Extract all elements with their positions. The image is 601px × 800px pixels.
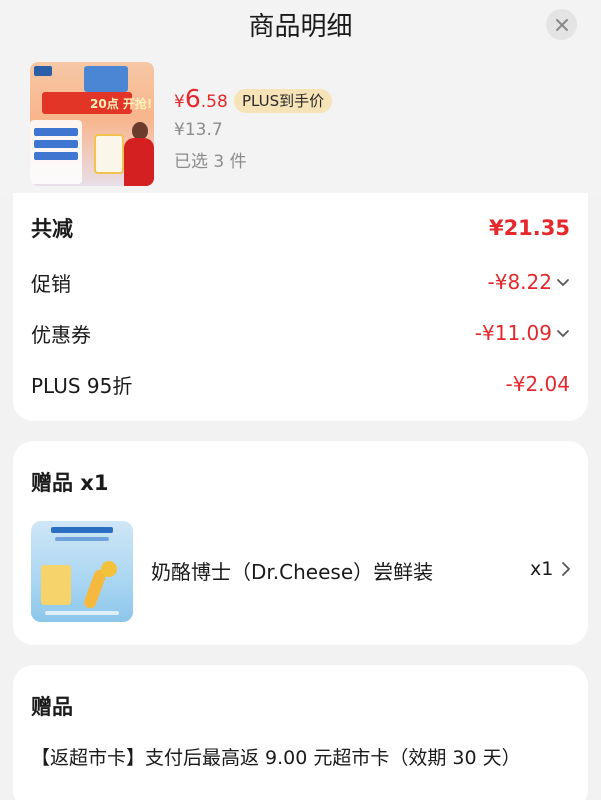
gift-item-quantity[interactable]: x1 bbox=[530, 558, 571, 580]
gift-section-title: 赠品 x1 bbox=[31, 471, 109, 495]
close-icon bbox=[555, 18, 568, 31]
chevron-down-icon bbox=[557, 279, 569, 286]
gift-supermarket-desc: 【返超市卡】支付后最高返 9.00 元超市卡（效期 30 天） bbox=[31, 747, 521, 769]
coupon-value-wrap: -¥11.09 bbox=[475, 321, 570, 345]
plus-discount-row: PLUS 95折 -¥2.04 bbox=[31, 369, 570, 399]
original-price: ¥13.7 bbox=[174, 120, 223, 140]
header: 商品明细 20点 开抢! ¥ 6 .58 PLUS到手价 ¥13.7 已选 3 … bbox=[0, 0, 601, 196]
coupon-label: 优惠券 bbox=[31, 322, 91, 347]
gift-item-name[interactable]: 奶酪博士（Dr.Cheese）尝鲜装 bbox=[151, 556, 433, 585]
discount-card: 共减 ¥21.35 促销 -¥8.22 优惠券 -¥11.09 PLUS 95折… bbox=[13, 193, 588, 421]
total-discount-value: ¥21.35 bbox=[488, 216, 570, 240]
coupon-row[interactable]: 优惠券 -¥11.09 bbox=[31, 318, 570, 348]
plus-discount-value: -¥2.04 bbox=[505, 372, 570, 396]
coupon-value: -¥11.09 bbox=[474, 321, 552, 345]
gift-image[interactable] bbox=[31, 521, 133, 622]
chevron-down-icon bbox=[557, 330, 569, 337]
page-title: 商品明细 bbox=[248, 12, 353, 42]
promotion-label: 促销 bbox=[31, 271, 71, 296]
total-discount-row: 共减 ¥21.35 bbox=[31, 213, 570, 243]
promotion-row[interactable]: 促销 -¥8.22 bbox=[31, 267, 570, 297]
gift-qty-text: x1 bbox=[530, 558, 554, 580]
gift-supermarket-title: 赠品 bbox=[31, 695, 73, 719]
gift-card: 赠品 x1 奶酪博士（Dr.Cheese）尝鲜装 x1 bbox=[13, 441, 588, 645]
gift-supermarket-card: 赠品 【返超市卡】支付后最高返 9.00 元超市卡（效期 30 天） bbox=[13, 665, 588, 800]
price-currency: ¥ bbox=[174, 92, 185, 112]
plus-discount-label: PLUS 95折 bbox=[31, 373, 133, 398]
promotion-value-wrap: -¥8.22 bbox=[488, 270, 570, 294]
promotion-value: -¥8.22 bbox=[487, 270, 552, 294]
price-decimal: .58 bbox=[200, 92, 228, 112]
selected-count: 已选 3 件 bbox=[174, 152, 247, 172]
chevron-right-icon bbox=[562, 562, 571, 576]
plus-price: ¥ 6 .58 bbox=[174, 84, 236, 114]
total-discount-label: 共减 bbox=[31, 217, 73, 241]
plus-price-badge: PLUS到手价 bbox=[234, 89, 333, 113]
product-image[interactable]: 20点 开抢! bbox=[30, 62, 154, 186]
close-button[interactable] bbox=[546, 9, 577, 40]
product-image-banner: 20点 开抢! bbox=[90, 97, 153, 111]
price-integer: 6 bbox=[184, 84, 201, 113]
